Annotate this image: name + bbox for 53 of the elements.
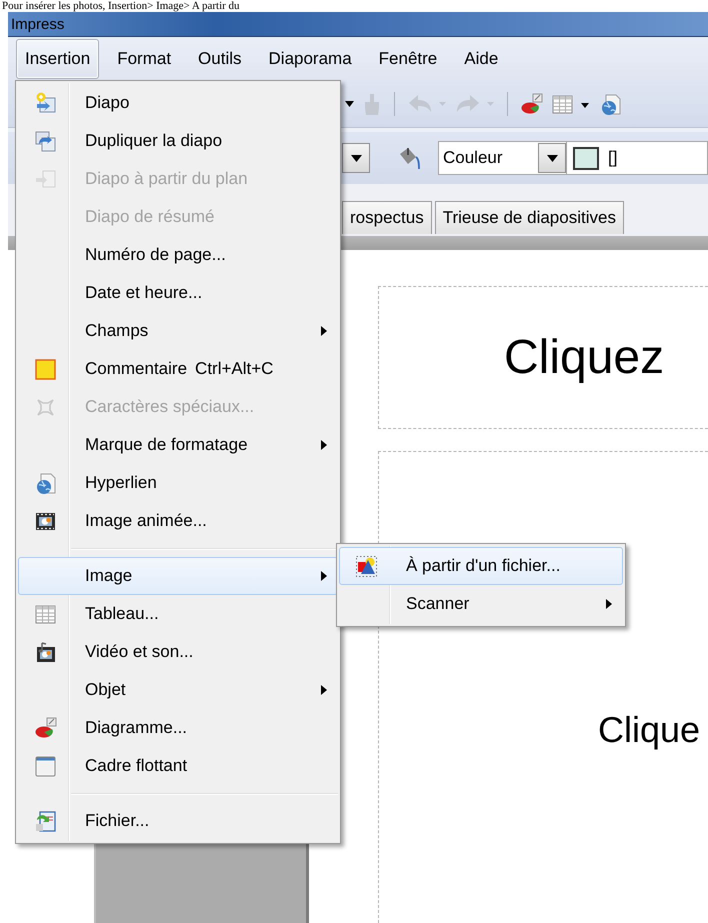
submenu-arrow-icon [321,326,327,336]
slide-add-icon [34,92,56,114]
caret-icon [350,154,362,162]
submenu-arrow-icon [321,685,327,695]
menu-item[interactable]: Diagramme... [18,709,338,747]
menu-item[interactable]: Date et heure... [18,274,338,312]
fill-field[interactable]: [] [567,141,708,175]
area-style-field[interactable]: Couleur [438,141,567,175]
pie-chart-icon[interactable] [520,92,543,116]
menu-item[interactable]: Marque de formatage [18,426,338,464]
view-tab[interactable]: Trieuse de diapositives [434,201,624,234]
table-icon[interactable] [551,92,591,116]
window-frame-icon [34,754,56,778]
note-icon [34,358,56,380]
menu-item[interactable]: Hyperlien [18,464,338,502]
menu-item[interactable]: Tableau... [18,595,338,633]
window-title: Impress [11,16,64,32]
menu-item[interactable]: Diapo [18,84,338,122]
color-swatch [573,146,599,170]
menu-item[interactable]: Image animée... [18,502,338,540]
menu-item[interactable]: Image [18,557,338,595]
menu-item[interactable]: Dupliquer la diapo [18,122,338,160]
menu-bar-item[interactable]: Insertion [16,39,100,79]
submenu-arrow-icon [321,440,327,450]
dropdown-button[interactable] [342,143,370,173]
shapes-icon [354,554,378,578]
menu-item[interactable]: Numéro de page... [18,236,338,274]
menu-item[interactable]: Commentaire Ctrl+Alt+C [18,350,338,388]
dropdown-arrow-icon[interactable] [345,101,354,107]
table-icon [34,602,56,626]
menu-bar-item[interactable]: Format [108,39,180,79]
globe-document-icon[interactable] [599,92,622,116]
submenu-arrow-icon [321,571,327,581]
menu-item[interactable]: Vidéo et son... [18,633,338,671]
menu-bar-item[interactable]: Diaporama [260,39,361,79]
dropdown-button[interactable] [538,143,566,173]
menu-bar-item[interactable]: Fenêtre [370,39,446,79]
menu-item[interactable]: À partir d'un fichier... [339,547,623,585]
menu-item[interactable]: Cadre flottant [18,747,338,785]
pie-chart-icon [34,716,56,740]
caret-icon [546,154,558,162]
slide-arrow-icon [34,168,56,190]
title-placeholder[interactable]: Cliquez [378,286,708,429]
menu-item[interactable]: Objet [18,671,338,709]
menu-bar-item[interactable]: Outils [189,39,251,79]
menu-item[interactable]: Champs [18,312,338,350]
menu-item[interactable]: Fichier... [18,802,338,840]
file-insert-icon [34,810,56,832]
duplicate-slide-icon [34,130,56,152]
submenu-arrow-icon [606,599,612,609]
menu-bar-item[interactable]: Aide [455,39,508,79]
view-tab[interactable]: rospectus [342,201,432,234]
caption-text: Pour insérer les photos, Insertion> Image> A partir du [1,0,241,12]
